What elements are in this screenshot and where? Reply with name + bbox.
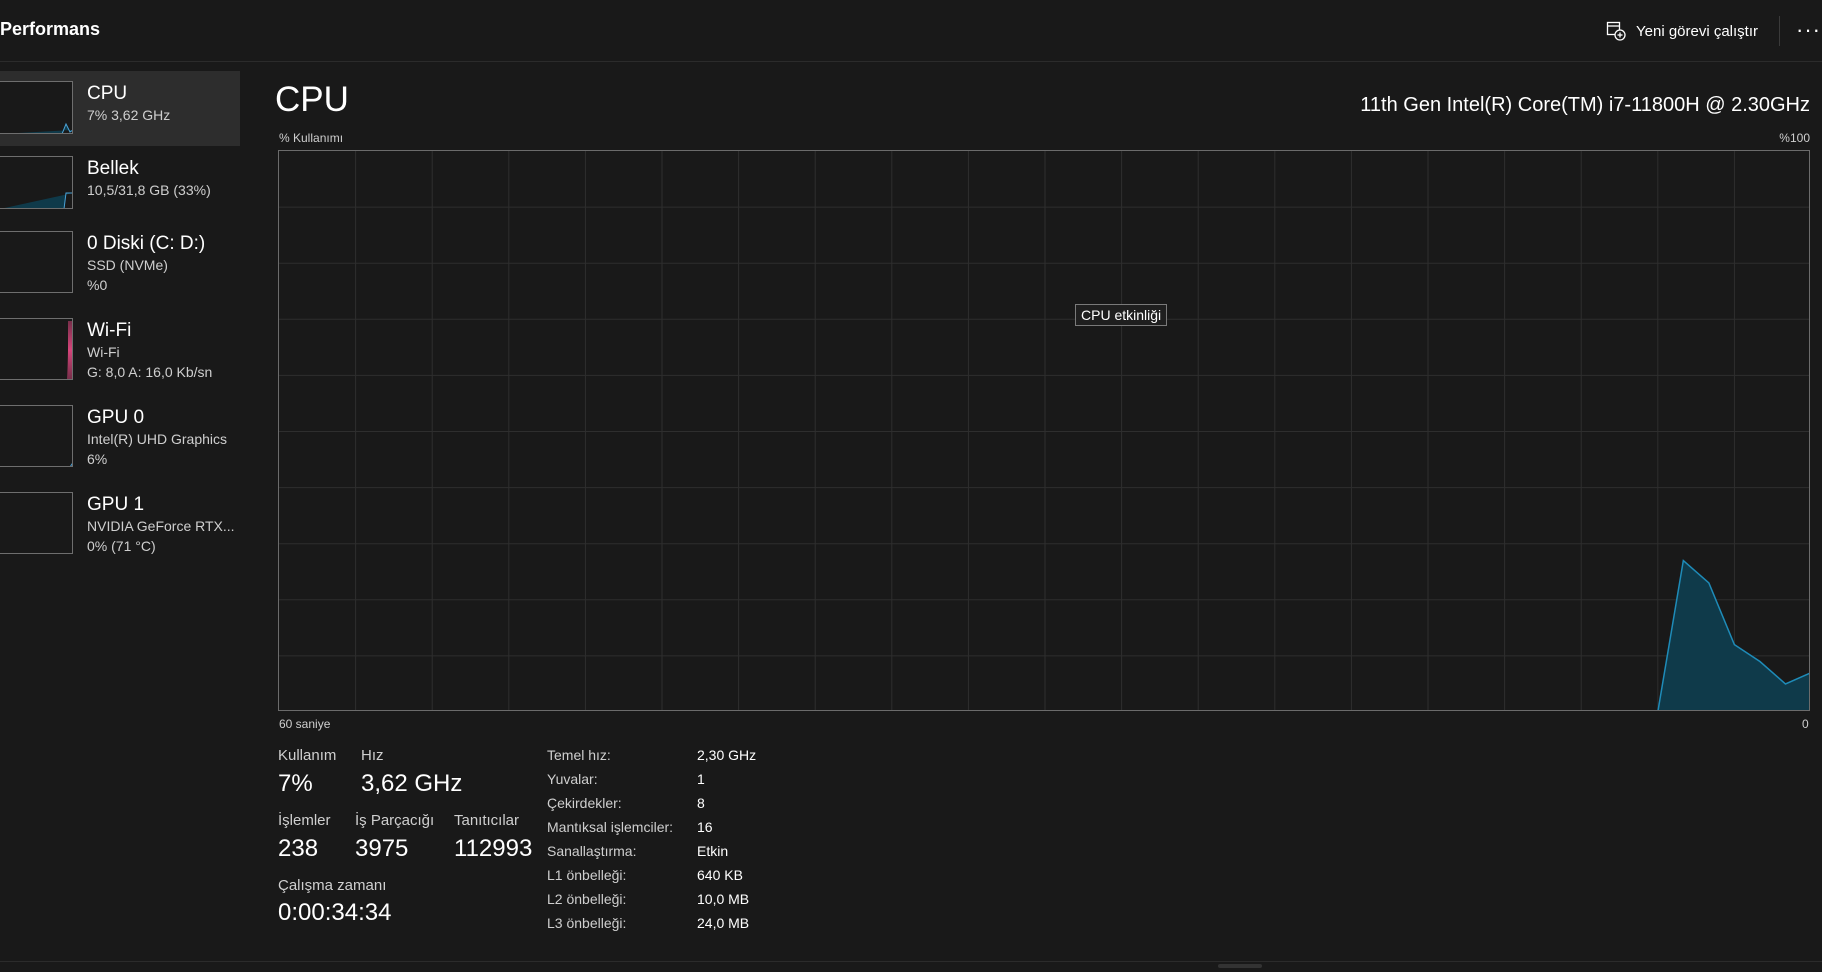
spec-key: Temel hız: — [547, 747, 611, 763]
page-title: Performans — [0, 19, 101, 39]
sidebar-item-memory[interactable]: Bellek 10,5/31,8 GB (33%) — [0, 146, 240, 221]
spec-key: Yuvalar: — [547, 771, 598, 787]
scroll-handle[interactable] — [1218, 964, 1262, 968]
spec-value: 1 — [697, 771, 705, 787]
threads-label: İş Parçacığı — [355, 812, 435, 829]
usage-label: Kullanım — [278, 747, 337, 764]
spec-key: Çekirdekler: — [547, 795, 622, 811]
sidebar-item-wifi[interactable]: Wi-Fi Wi-Fi G: 8,0 A: 16,0 Kb/sn — [0, 308, 240, 383]
sidebar-item-cpu[interactable]: CPU 7% 3,62 GHz — [0, 71, 240, 146]
spec-value: 24,0 MB — [697, 915, 750, 931]
sidebar-item-detail: SSD (NVMe) — [87, 257, 168, 273]
spec-value: Etkin — [697, 843, 729, 859]
spec-value: 2,30 GHz — [697, 747, 757, 763]
more-icon: ··· — [1796, 17, 1821, 42]
run-new-task-button[interactable]: Yeni görevi çalıştır — [1606, 16, 1758, 46]
sidebar-item-detail-2: %0 — [87, 277, 108, 293]
uptime-value: 0:00:34:34 — [278, 899, 392, 926]
sidebar-item-detail-2: 6% — [87, 451, 108, 467]
time-axis-label: 60 saniye — [279, 717, 331, 731]
processes-value: 238 — [278, 835, 319, 862]
main-title: CPU — [275, 80, 349, 119]
max-axis-label: %100 — [1779, 131, 1810, 145]
spec-value: 8 — [697, 795, 705, 811]
toolbar-divider — [1779, 16, 1780, 46]
cpu-usage-graph — [278, 150, 1810, 711]
sidebar-item-title: Bellek — [87, 158, 139, 179]
spec-key: Mantıksal işlemciler: — [547, 819, 674, 835]
uptime-label: Çalışma zamanı — [278, 877, 387, 894]
threads-value: 3975 — [355, 835, 409, 862]
run-task-icon — [1606, 21, 1626, 41]
gpu1-thumbnail-graph — [0, 492, 73, 554]
cpu-activity-tooltip: CPU etkinliği — [1075, 304, 1168, 326]
cpu-thumbnail-graph — [0, 81, 73, 134]
sidebar-item-detail: Wi-Fi — [87, 344, 120, 360]
bottom-border — [0, 961, 1822, 962]
top-bar: Performans Yeni görevi çalıştır ··· — [0, 0, 1822, 62]
sidebar-item-title: GPU 1 — [87, 494, 145, 515]
disk-thumbnail-graph — [0, 231, 73, 293]
sidebar-item-gpu1[interactable]: GPU 1 NVIDIA GeForce RTX... 0% (71 °C) — [0, 482, 240, 557]
spec-key: L1 önbelleği: — [547, 867, 627, 883]
spec-key: L2 önbelleği: — [547, 891, 627, 907]
sidebar-item-disk[interactable]: 0 Diski (C: D:) SSD (NVMe) %0 — [0, 221, 240, 296]
sidebar-item-detail: Intel(R) UHD Graphics — [87, 431, 228, 447]
zero-axis-label: 0 — [1802, 717, 1809, 731]
wifi-thumbnail-graph — [0, 318, 73, 380]
spec-value: 640 KB — [697, 867, 743, 883]
gpu0-thumbnail-graph — [0, 405, 73, 467]
sidebar-item-title: GPU 0 — [87, 407, 145, 428]
processes-label: İşlemler — [278, 812, 331, 829]
spec-key: Sanallaştırma: — [547, 843, 637, 859]
usage-axis-label: % Kullanımı — [279, 131, 344, 145]
handles-value: 112993 — [454, 835, 533, 862]
run-task-label: Yeni görevi çalıştır — [1636, 22, 1759, 40]
usage-value: 7% — [278, 770, 313, 797]
spec-value: 10,0 MB — [697, 891, 750, 907]
memory-thumbnail-graph — [0, 156, 73, 209]
handles-label: Tanıtıcılar — [454, 812, 520, 829]
sidebar-item-title: 0 Diski (C: D:) — [87, 233, 206, 254]
sidebar-item-detail: 7% 3,62 GHz — [87, 107, 171, 123]
processor-name: 11th Gen Intel(R) Core(TM) i7-11800H @ 2… — [1360, 94, 1810, 116]
sidebar-item-title: Wi-Fi — [87, 320, 132, 341]
speed-label: Hız — [361, 747, 384, 764]
sidebar-item-detail-2: 0% (71 °C) — [87, 538, 156, 554]
sidebar-item-gpu0[interactable]: GPU 0 Intel(R) UHD Graphics 6% — [0, 395, 240, 470]
speed-value: 3,62 GHz — [361, 770, 463, 797]
sidebar-item-title: CPU — [87, 83, 128, 104]
spec-value: 16 — [697, 819, 713, 835]
more-options-button[interactable]: ··· — [1796, 16, 1822, 46]
sidebar-item-detail: 10,5/31,8 GB (33%) — [87, 182, 211, 198]
chart-grid — [279, 151, 1809, 710]
sidebar-item-detail: NVIDIA GeForce RTX... — [87, 518, 235, 534]
cpu-usage-chart — [279, 151, 1809, 710]
sidebar-item-detail-2: G: 8,0 A: 16,0 Kb/sn — [87, 364, 213, 380]
spec-key: L3 önbelleği: — [547, 915, 627, 931]
